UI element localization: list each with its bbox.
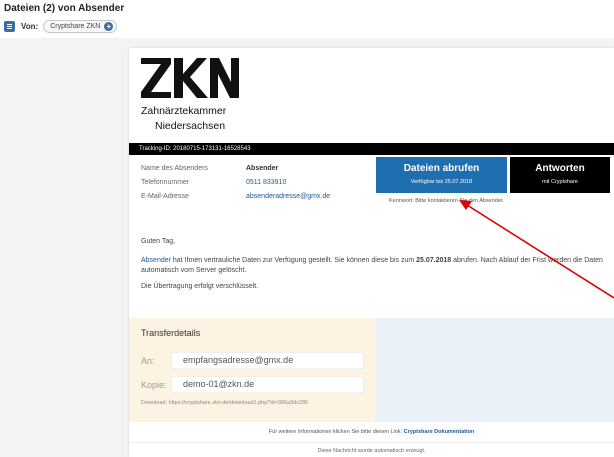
recipient-field: empfangsadresse@gmx.de (171, 352, 364, 369)
cryptshare-docs-link[interactable]: Cryptshare Dokumentation (404, 429, 475, 435)
mail-subject: Dateien (2) von Absender (4, 3, 125, 14)
sender-phone-row: Telefonnummer 0511 833910 (141, 175, 330, 189)
sender-name-value: Absender (246, 164, 279, 172)
reply-label: Antworten (535, 163, 585, 174)
sender-email-row: E-Mail-Adresse absenderadresse@gmx.de (141, 189, 330, 203)
reply-sub-label: mit Cryptshare (542, 179, 578, 185)
sender-phone-label: Telefonnummer (141, 178, 190, 186)
reply-button[interactable]: Antworten mit Cryptshare (510, 157, 610, 193)
transfer-title: Transferdetails (141, 328, 201, 338)
zkn-logo: Zahnärztekammer Niedersachsen (141, 58, 251, 142)
cc-field: demo-01@zkn.de (171, 376, 364, 393)
sender-email-label: E-Mail-Adresse (141, 192, 189, 200)
sender-chip[interactable]: Cryptshare ZKN + (43, 19, 118, 33)
message-icon (4, 20, 15, 32)
cryptshare-card: Zahnärztekammer Niedersachsen Tracking-I… (129, 48, 614, 457)
sender-email-link[interactable]: absenderadresse@gmx.de (246, 193, 330, 200)
download-files-label: Dateien abrufen (403, 163, 480, 174)
tracking-id: Tracking-ID: 20180715-173131-16528543 (129, 143, 614, 155)
transfer-details: Transferdetails An: empfangsadresse@gmx.… (129, 318, 375, 422)
encryption-note: Die Übertragung erfolgt verschlüsselt. (141, 283, 259, 290)
message-sender-link[interactable]: Absender (141, 257, 171, 264)
download-availability: Verfügbar bis 25.07.2018 (410, 179, 473, 185)
from-row: Von: Cryptshare ZKN + (4, 19, 118, 33)
cc-label: Kopie: (141, 380, 167, 390)
greeting: Guten Tag, (141, 238, 176, 245)
from-label: Von: (21, 21, 39, 31)
zkn-logo-mark (141, 58, 239, 98)
footer-info-text: Für weitere Informationen klicken Sie bi… (268, 429, 404, 435)
add-contact-icon[interactable]: + (104, 21, 114, 31)
sender-name-row: Name des Absenders Absender (141, 161, 330, 175)
transfer-side-panel (375, 318, 614, 422)
sender-name-label: Name des Absenders (141, 164, 208, 172)
message-paragraph: Absender hat Ihnen vertrauliche Daten zu… (141, 256, 609, 276)
logo-line-2: Niedersachsen (155, 120, 226, 132)
sender-phone-link[interactable]: 0511 833910 (246, 179, 286, 186)
mail-header: Dateien (2) von Absender Von: Cryptshare… (0, 0, 614, 36)
message-text-1: hat Ihnen vertrauliche Daten zur Verfügu… (170, 257, 417, 264)
download-files-button[interactable]: Dateien abrufen Verfügbar bis 25.07.2018 (376, 157, 507, 193)
footer-info: Für weitere Informationen klicken Sie bi… (129, 429, 614, 435)
mail-body: Zahnärztekammer Niedersachsen Tracking-I… (0, 38, 614, 457)
message-expiry-date: 25.07.2018 (416, 257, 452, 264)
password-hint: Kennwort: Bitte kontaktieren Sie den Abs… (389, 198, 504, 204)
footer-auto-note: Diese Nachricht wurde automatisch erzeug… (317, 448, 426, 454)
sender-chip-name: Cryptshare ZKN (50, 22, 101, 30)
recipient-label: An: (141, 356, 155, 366)
logo-line-1: Zahnärztekammer (141, 105, 227, 117)
sender-info: Name des Absenders Absender Telefonnumme… (141, 161, 330, 203)
footer-divider (129, 442, 614, 443)
download-url[interactable]: Download: https://cryptshare.zkn.de/down… (141, 400, 308, 406)
